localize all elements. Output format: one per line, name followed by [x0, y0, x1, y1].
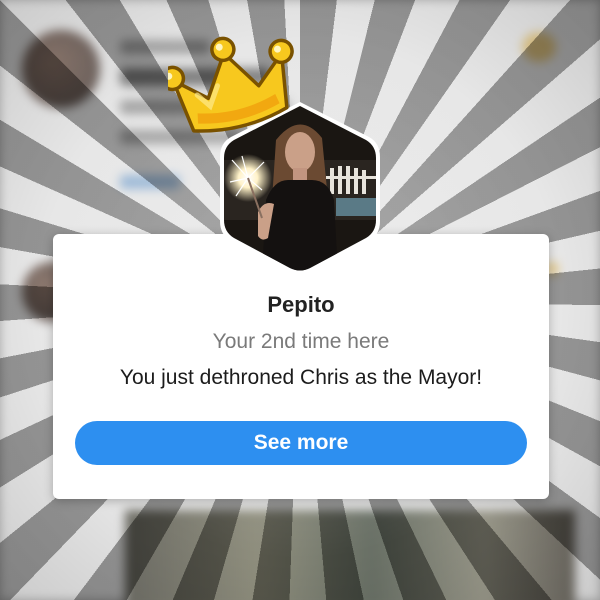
- mayor-message: You just dethroned Chris as the Mayor!: [119, 366, 483, 389]
- user-name: Pepito: [267, 292, 335, 317]
- screen: Pepito Your 2nd time here You just dethr…: [0, 0, 600, 600]
- see-more-button[interactable]: See more: [75, 421, 527, 465]
- crown-icon: [168, 36, 294, 133]
- visit-count-text: Your 2nd time here: [212, 330, 390, 353]
